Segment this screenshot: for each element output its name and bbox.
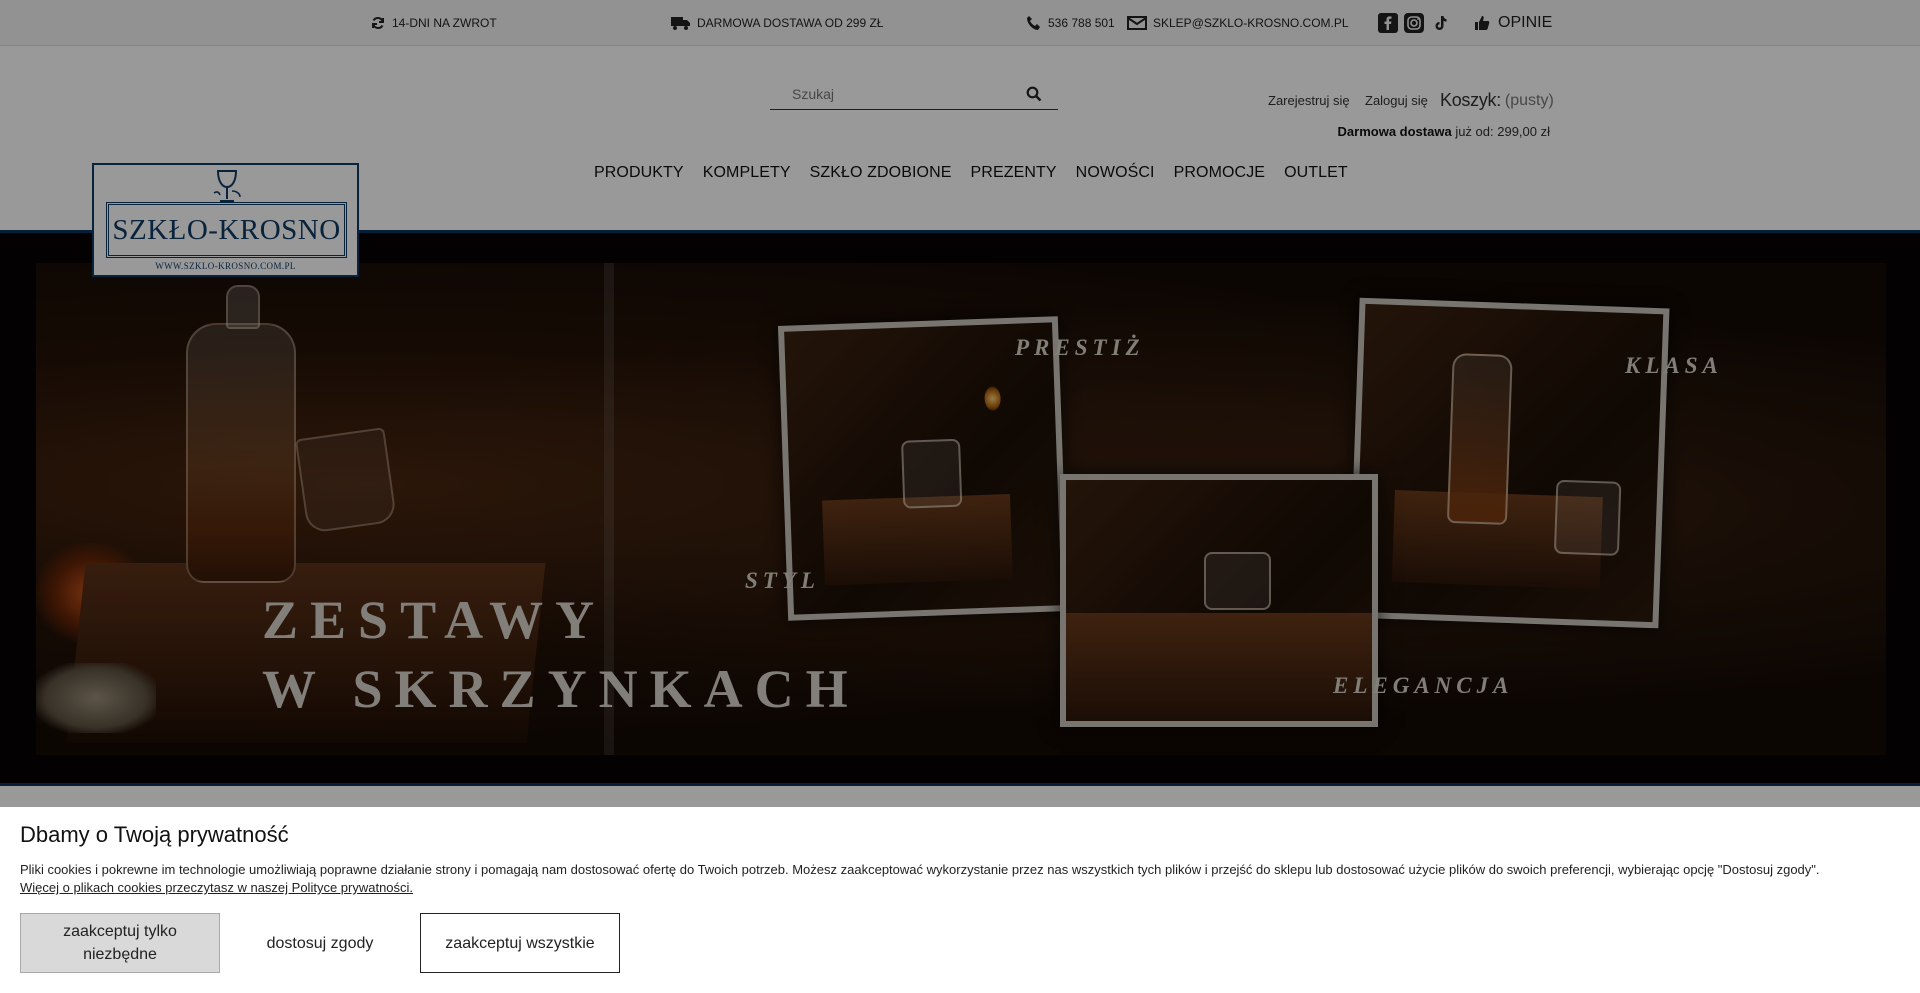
accept-all-button[interactable]: zaakceptuj wszystkie xyxy=(420,913,620,973)
cookie-consent-panel: Dbamy o Twoją prywatność Pliki cookies i… xyxy=(0,807,1920,993)
cookie-text: Pliki cookies i pokrewne im technologie … xyxy=(20,862,1820,877)
cookie-title: Dbamy o Twoją prywatność xyxy=(20,822,289,847)
customize-consents-button[interactable]: dostosuj zgody xyxy=(220,913,420,973)
accept-necessary-button[interactable]: zaakceptuj tylko niezbędne xyxy=(20,913,220,973)
privacy-policy-link[interactable]: Więcej o plikach cookies przeczytasz w n… xyxy=(20,880,413,895)
